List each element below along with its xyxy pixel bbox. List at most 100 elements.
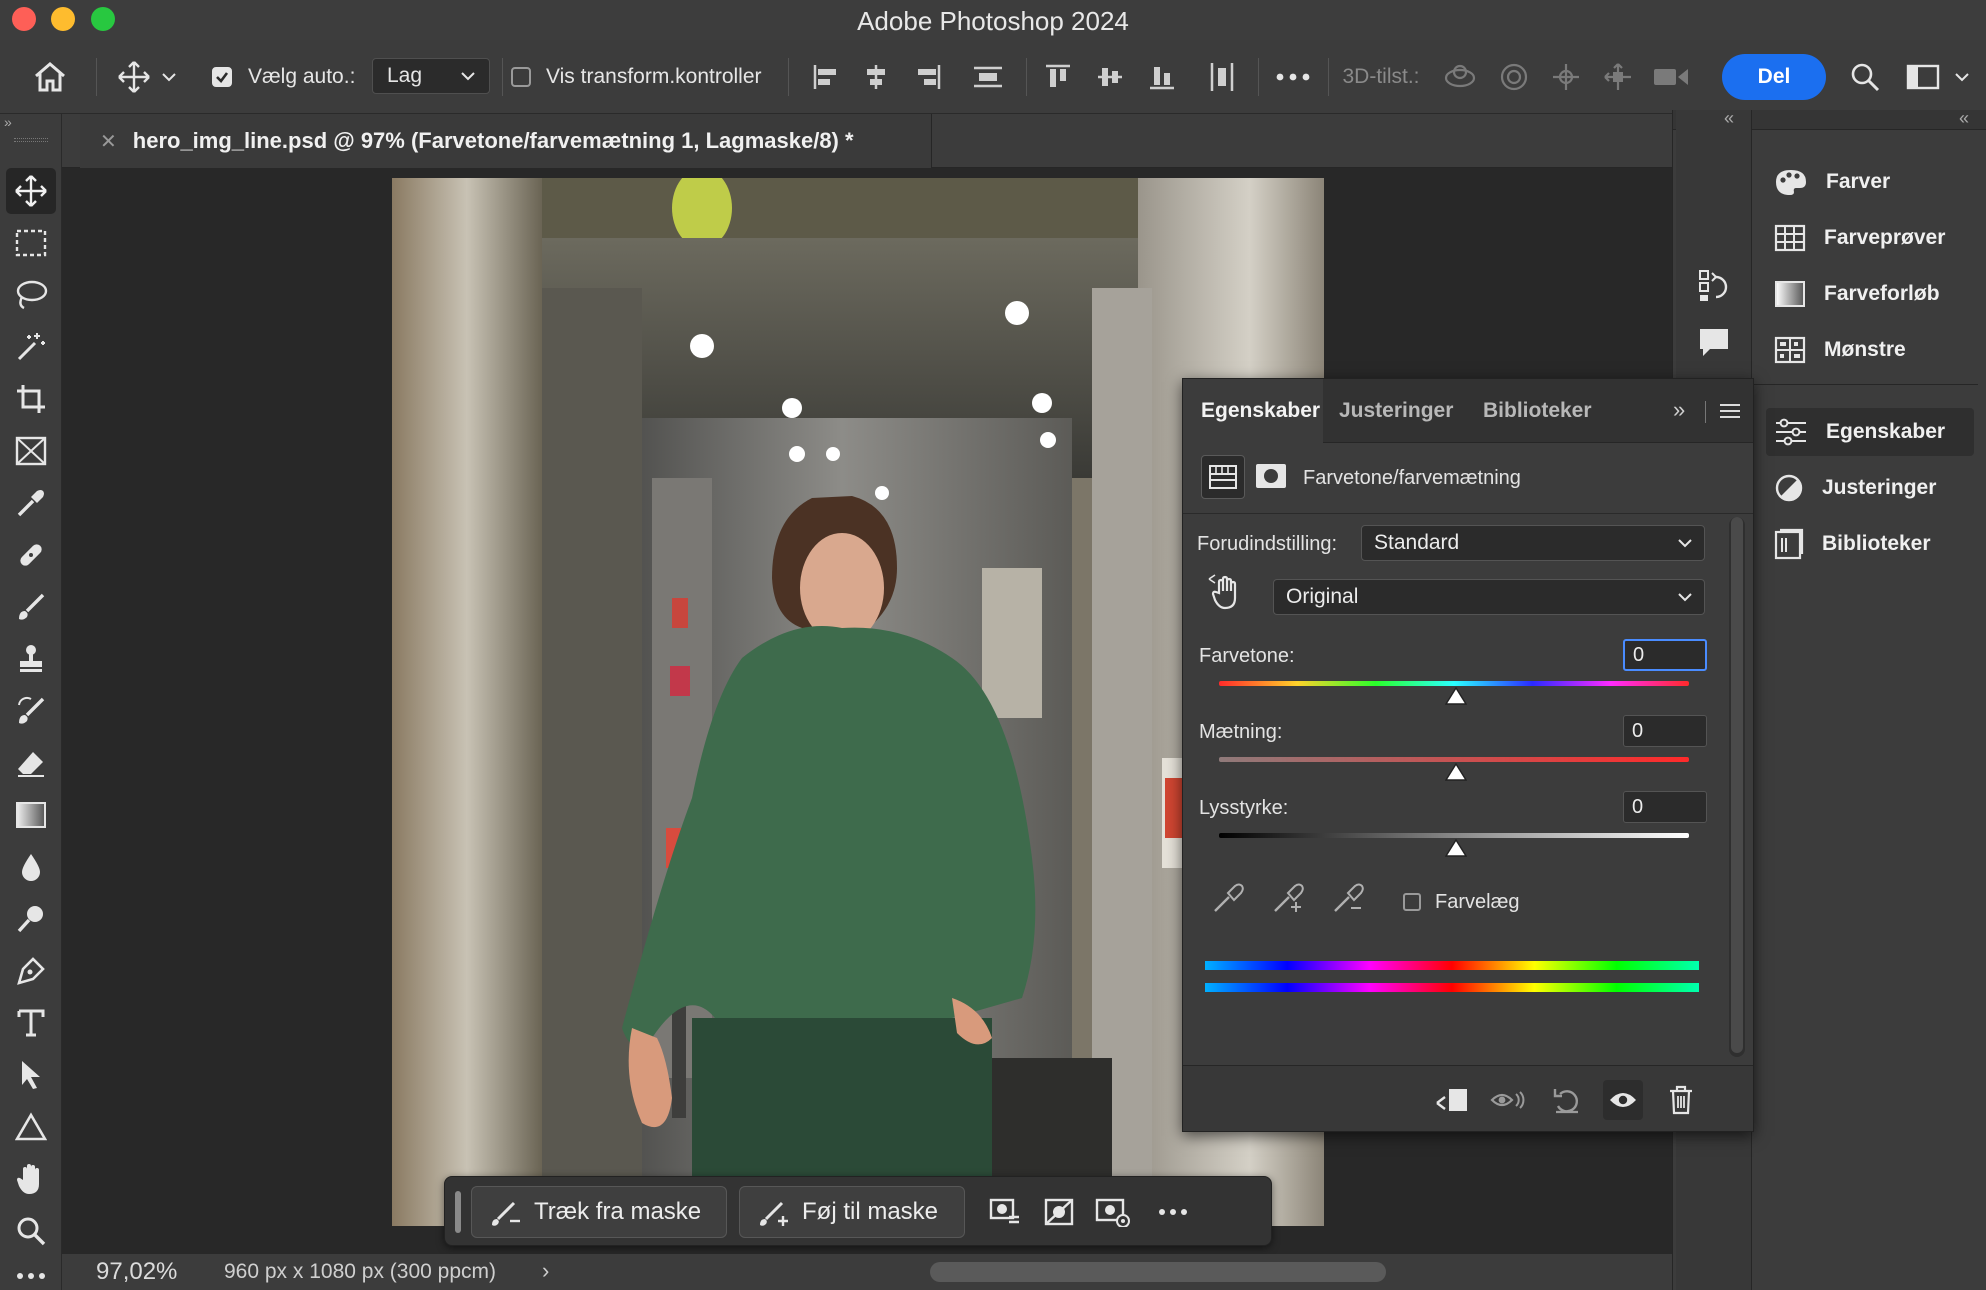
lightness-input[interactable]: 0	[1623, 791, 1707, 823]
delete-adjustment-button[interactable]	[1661, 1080, 1701, 1120]
more-tools-button[interactable]	[6, 1262, 56, 1290]
auto-select-checkbox[interactable]	[210, 40, 234, 114]
align-bottom-button[interactable]	[1144, 40, 1180, 114]
frame-tool[interactable]	[6, 428, 56, 474]
align-bottom-icon	[1150, 67, 1174, 90]
colorize-checkbox[interactable]	[1403, 893, 1421, 911]
hue-input[interactable]: 0	[1623, 639, 1707, 671]
toggle-visibility-button[interactable]	[1603, 1080, 1643, 1120]
panel-item-swatches[interactable]: Farveprøver	[1774, 214, 1974, 262]
distribute-vertical-button[interactable]	[968, 40, 1008, 114]
align-middle-button[interactable]	[1092, 40, 1128, 114]
more-icon	[1159, 1209, 1187, 1215]
move-tool-preset-button[interactable]	[108, 40, 186, 114]
gradient-tool[interactable]	[6, 792, 56, 838]
expand-toolbar-icon[interactable]: »	[4, 114, 12, 130]
blur-tool[interactable]	[6, 844, 56, 890]
home-button[interactable]	[22, 40, 78, 114]
subtract-from-mask-button[interactable]: Træk fra maske	[471, 1186, 727, 1238]
search-button[interactable]	[1844, 40, 1886, 114]
3d-roll-button[interactable]	[1494, 40, 1534, 114]
preset-dropdown[interactable]: Standard	[1361, 525, 1705, 561]
panel-menu-button[interactable]	[1719, 403, 1741, 419]
eyedropper-button[interactable]	[1211, 881, 1245, 915]
tab-properties[interactable]: Egenskaber	[1183, 379, 1323, 443]
healing-brush-tool[interactable]	[6, 532, 56, 578]
hue-slider-track[interactable]	[1219, 681, 1689, 686]
magic-wand-tool[interactable]	[6, 324, 56, 370]
panel-expand-icon[interactable]: »	[1673, 397, 1685, 423]
panel-item-colors[interactable]: Farver	[1774, 158, 1974, 206]
share-button[interactable]: Del	[1722, 54, 1826, 100]
status-menu-chevron-icon[interactable]: ›	[542, 1258, 549, 1284]
path-selection-tool[interactable]	[6, 1052, 56, 1098]
panel-item-gradients[interactable]: Farveforløb	[1774, 270, 1974, 318]
show-transform-checkbox[interactable]	[510, 40, 532, 114]
zoom-level[interactable]: 97,02%	[96, 1258, 177, 1286]
reset-adjustment-button[interactable]	[1547, 1080, 1587, 1120]
properties-scrollbar[interactable]	[1729, 517, 1745, 1057]
dodge-tool[interactable]	[6, 896, 56, 942]
history-brush-tool[interactable]	[6, 688, 56, 734]
disable-mask-button[interactable]	[1039, 1192, 1079, 1232]
adjustment-settings-button[interactable]	[1201, 455, 1245, 499]
type-tool[interactable]	[6, 1000, 56, 1046]
comments-button[interactable]	[1690, 322, 1738, 362]
3d-pan-button[interactable]	[1546, 40, 1586, 114]
tab-adjustments[interactable]: Justeringer	[1333, 379, 1473, 443]
3d-slide-button[interactable]	[1598, 40, 1638, 114]
taskbar-grip[interactable]	[455, 1191, 461, 1233]
close-tab-icon[interactable]: ✕	[100, 129, 117, 154]
move-tool[interactable]	[6, 168, 56, 214]
marquee-tool[interactable]	[6, 220, 56, 266]
3d-orbit-button[interactable]	[1440, 40, 1480, 114]
saturation-slider-thumb[interactable]	[1445, 763, 1467, 781]
tab-libraries[interactable]: Biblioteker	[1477, 379, 1607, 443]
mask-options-button[interactable]	[985, 1192, 1025, 1232]
workspace-button[interactable]	[1898, 40, 1978, 114]
eyedropper-tool[interactable]	[6, 480, 56, 526]
distribute-horizontal-button[interactable]	[1204, 40, 1240, 114]
history-states-button[interactable]	[1690, 266, 1738, 306]
targeted-adjustment-button[interactable]	[1207, 573, 1243, 611]
hue-slider-thumb[interactable]	[1445, 687, 1467, 705]
lasso-tool[interactable]	[6, 272, 56, 318]
zoom-tool[interactable]	[6, 1208, 56, 1254]
saturation-slider-track[interactable]	[1219, 757, 1689, 762]
panel-item-libraries[interactable]: Biblioteker	[1774, 520, 1974, 568]
add-to-mask-button[interactable]: Føj til maske	[739, 1186, 965, 1238]
panel-item-patterns[interactable]: Mønstre	[1774, 326, 1974, 374]
clip-to-layer-button[interactable]	[1431, 1080, 1471, 1120]
align-right-button[interactable]	[910, 40, 946, 114]
lightness-slider-thumb[interactable]	[1445, 839, 1467, 857]
align-left-button[interactable]	[808, 40, 844, 114]
channel-dropdown[interactable]: Original	[1273, 579, 1705, 615]
align-top-button[interactable]	[1040, 40, 1076, 114]
view-previous-state-button[interactable]	[1489, 1080, 1529, 1120]
more-options-button[interactable]	[1270, 40, 1316, 114]
collapse-icon-column-icon[interactable]: «	[1724, 108, 1734, 129]
pen-tool[interactable]	[6, 948, 56, 994]
shape-tool[interactable]	[6, 1104, 56, 1150]
crop-tool[interactable]	[6, 376, 56, 422]
3d-camera-button[interactable]	[1648, 40, 1694, 114]
collapse-panels-icon[interactable]: «	[1959, 108, 1969, 129]
view-mask-button[interactable]	[1091, 1192, 1135, 1232]
document-tab[interactable]: ✕ hero_img_line.psd @ 97% (Farvetone/far…	[80, 114, 932, 168]
toolbar-grip[interactable]	[14, 138, 48, 142]
taskbar-more-button[interactable]	[1151, 1192, 1195, 1232]
subtract-from-sample-button[interactable]	[1331, 881, 1365, 915]
eraser-tool[interactable]	[6, 740, 56, 786]
auto-select-target-dropdown[interactable]: Lag	[372, 58, 490, 94]
saturation-input[interactable]: 0	[1623, 715, 1707, 747]
hand-tool[interactable]	[6, 1156, 56, 1202]
clone-stamp-tool[interactable]	[6, 636, 56, 682]
lightness-slider-track[interactable]	[1219, 833, 1689, 838]
add-to-sample-button[interactable]	[1271, 881, 1305, 915]
brush-tool[interactable]	[6, 584, 56, 630]
align-center-button[interactable]	[858, 40, 894, 114]
horizontal-scrollbar[interactable]	[930, 1262, 1386, 1282]
layer-mask-button[interactable]	[1255, 463, 1287, 489]
panel-item-properties[interactable]: Egenskaber	[1766, 408, 1974, 456]
panel-item-adjustments[interactable]: Justeringer	[1774, 464, 1974, 512]
